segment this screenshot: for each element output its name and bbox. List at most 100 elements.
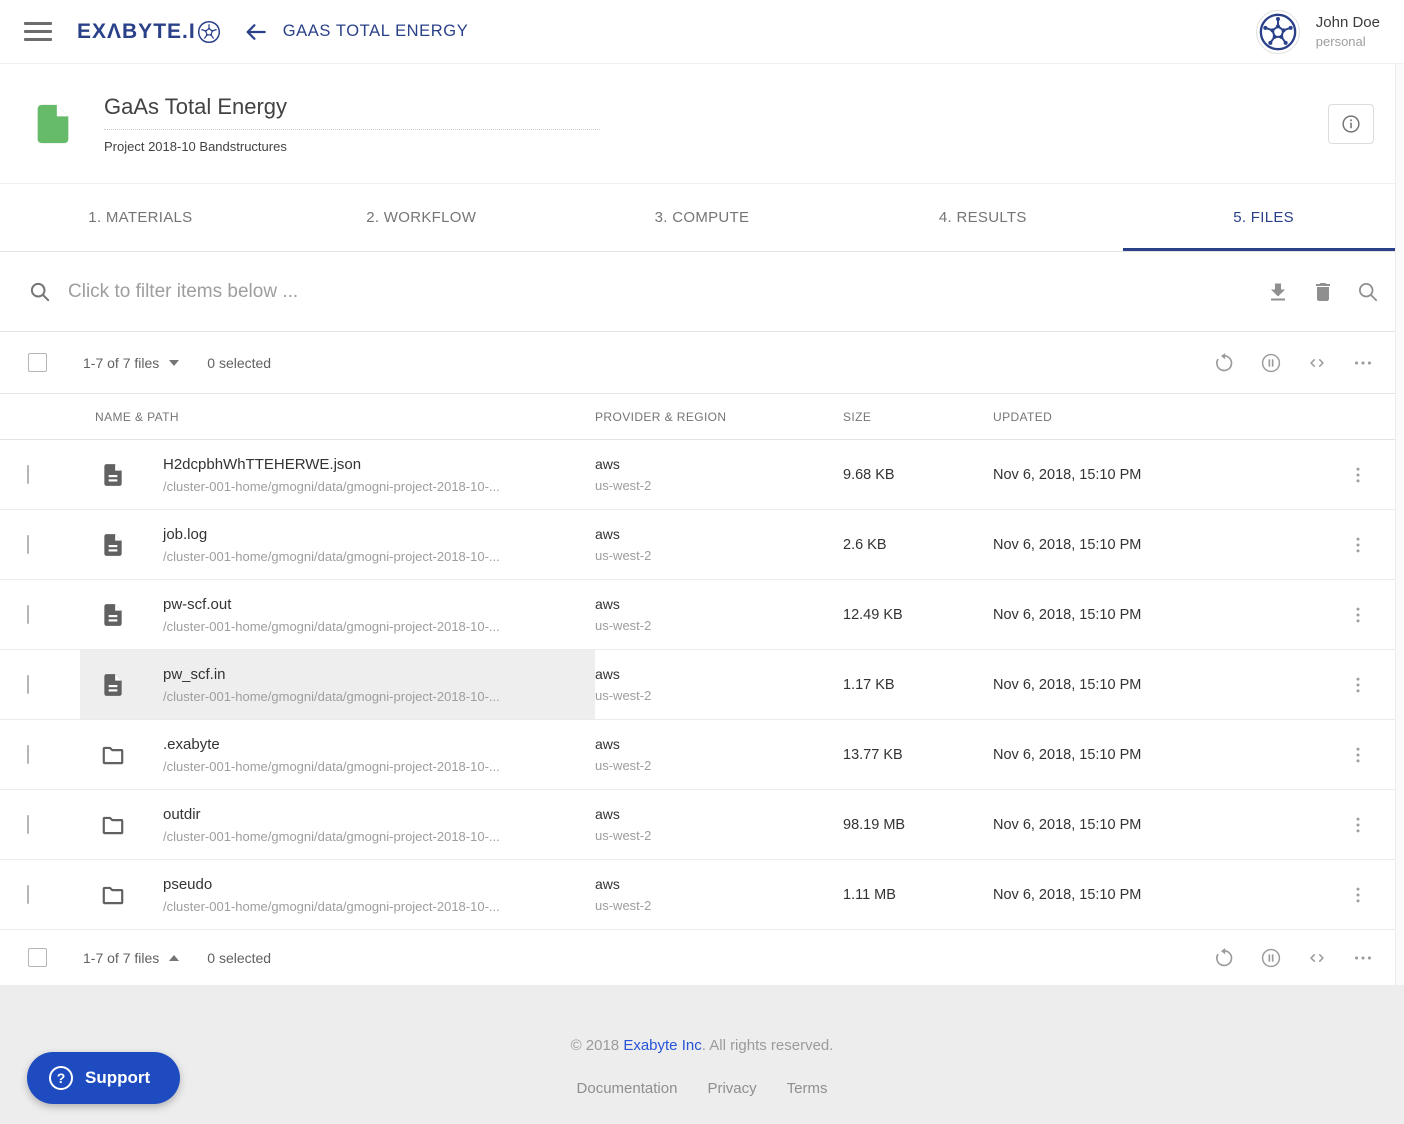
footer-link-documentation[interactable]: Documentation <box>577 1080 678 1097</box>
column-header-updated: UPDATED <box>993 410 1293 424</box>
user-menu[interactable]: John Doe personal <box>1256 10 1380 54</box>
table-row: outdir /cluster-001-home/gmogni/data/gmo… <box>0 790 1404 860</box>
region: us-west-2 <box>595 548 843 563</box>
file-name[interactable]: pw_scf.in <box>163 666 500 683</box>
row-checkbox[interactable] <box>27 605 29 624</box>
filter-input[interactable] <box>68 281 1266 303</box>
table-body: H2dcpbhWhTTEHERWE.json /cluster-001-home… <box>0 440 1404 930</box>
updated-date: Nov 6, 2018, 15:10 PM <box>993 887 1293 903</box>
tab-4-results[interactable]: 4. RESULTS <box>842 184 1123 251</box>
filter-bar <box>0 252 1404 332</box>
footer-link-privacy[interactable]: Privacy <box>707 1080 756 1097</box>
row-actions-menu-icon[interactable] <box>1348 815 1368 835</box>
pause-icon-bottom[interactable] <box>1260 947 1282 969</box>
select-all-checkbox-bottom[interactable] <box>28 948 47 967</box>
file-path: /cluster-001-home/gmogni/data/gmogni-pro… <box>163 479 500 494</box>
download-icon[interactable] <box>1266 280 1290 304</box>
row-checkbox[interactable] <box>27 885 29 904</box>
file-path: /cluster-001-home/gmogni/data/gmogni-pro… <box>163 829 500 844</box>
row-checkbox[interactable] <box>27 745 29 764</box>
more-options-icon-bottom[interactable] <box>1352 947 1374 969</box>
row-actions-menu-icon[interactable] <box>1348 535 1368 555</box>
row-actions-menu-icon[interactable] <box>1348 465 1368 485</box>
file-name[interactable]: outdir <box>163 806 500 823</box>
pagination-range-button-bottom[interactable]: 1-7 of 7 files <box>83 950 179 966</box>
column-header-name-path: NAME & PATH <box>80 410 595 424</box>
footer: © 2018 Exabyte Inc. All rights reserved.… <box>0 985 1404 1124</box>
brand-text: EXΛBYTE.I <box>77 20 196 44</box>
folder-icon <box>100 812 126 838</box>
table-row: .exabyte /cluster-001-home/gmogni/data/g… <box>0 720 1404 790</box>
select-all-checkbox[interactable] <box>28 353 47 372</box>
row-actions-menu-icon[interactable] <box>1348 605 1368 625</box>
code-icon[interactable] <box>1306 352 1328 374</box>
info-button[interactable] <box>1328 104 1374 144</box>
file-name[interactable]: pw-scf.out <box>163 596 500 613</box>
file-size: 2.6 KB <box>843 537 993 553</box>
footer-link-terms[interactable]: Terms <box>787 1080 828 1097</box>
refresh-icon-bottom[interactable] <box>1214 947 1236 969</box>
trash-icon[interactable] <box>1311 280 1335 304</box>
provider: aws <box>595 806 843 822</box>
table-row: H2dcpbhWhTTEHERWE.json /cluster-001-home… <box>0 440 1404 510</box>
file-size: 1.17 KB <box>843 677 993 693</box>
pagination-range-label-bottom: 1-7 of 7 files <box>83 950 159 966</box>
chevron-down-icon <box>169 360 179 366</box>
updated-date: Nov 6, 2018, 15:10 PM <box>993 677 1293 693</box>
pause-icon[interactable] <box>1260 352 1282 374</box>
file-document-icon <box>100 532 126 558</box>
row-checkbox[interactable] <box>27 535 29 554</box>
file-size: 12.49 KB <box>843 607 993 623</box>
tab-3-compute[interactable]: 3. COMPUTE <box>562 184 843 251</box>
code-icon-bottom[interactable] <box>1306 947 1328 969</box>
row-checkbox[interactable] <box>27 815 29 834</box>
user-name: John Doe <box>1316 14 1380 31</box>
file-path: /cluster-001-home/gmogni/data/gmogni-pro… <box>163 689 500 704</box>
updated-date: Nov 6, 2018, 15:10 PM <box>993 817 1293 833</box>
pagination-range-button[interactable]: 1-7 of 7 files <box>83 355 179 371</box>
region: us-west-2 <box>595 898 843 913</box>
menu-icon[interactable] <box>24 22 52 41</box>
tab-1-materials[interactable]: 1. MATERIALS <box>0 184 281 251</box>
file-document-icon <box>100 462 126 488</box>
region: us-west-2 <box>595 618 843 633</box>
region: us-west-2 <box>595 828 843 843</box>
back-arrow-icon[interactable] <box>243 19 269 45</box>
provider: aws <box>595 526 843 542</box>
file-name[interactable]: pseudo <box>163 876 500 893</box>
file-size: 9.68 KB <box>843 467 993 483</box>
region: us-west-2 <box>595 758 843 773</box>
file-size: 1.11 MB <box>843 887 993 903</box>
provider: aws <box>595 666 843 682</box>
tab-5-files[interactable]: 5. FILES <box>1123 184 1404 251</box>
info-icon <box>1340 113 1362 135</box>
file-size: 13.77 KB <box>843 747 993 763</box>
file-name[interactable]: H2dcpbhWhTTEHERWE.json <box>163 456 500 473</box>
search-action-icon[interactable] <box>1356 280 1380 304</box>
row-actions-menu-icon[interactable] <box>1348 885 1368 905</box>
more-options-icon[interactable] <box>1352 352 1374 374</box>
brand-logo[interactable]: EXΛBYTE.I <box>77 20 221 44</box>
row-actions-menu-icon[interactable] <box>1348 745 1368 765</box>
row-checkbox[interactable] <box>27 675 29 694</box>
updated-date: Nov 6, 2018, 15:10 PM <box>993 467 1293 483</box>
list-toolbar-bottom: 1-7 of 7 files 0 selected <box>0 930 1404 985</box>
provider: aws <box>595 736 843 752</box>
row-checkbox[interactable] <box>27 465 29 484</box>
soccer-ball-icon <box>197 20 221 44</box>
row-actions-menu-icon[interactable] <box>1348 675 1368 695</box>
company-link[interactable]: Exabyte Inc <box>623 1037 701 1054</box>
scrollbar-track[interactable] <box>1395 64 1404 985</box>
file-document-icon <box>100 672 126 698</box>
tab-2-workflow[interactable]: 2. WORKFLOW <box>281 184 562 251</box>
support-button[interactable]: ? Support <box>27 1052 180 1104</box>
column-header-provider-region: PROVIDER & REGION <box>595 410 843 424</box>
provider: aws <box>595 596 843 612</box>
page-title: GAAS TOTAL ENERGY <box>283 22 469 41</box>
file-name[interactable]: job.log <box>163 526 500 543</box>
updated-date: Nov 6, 2018, 15:10 PM <box>993 607 1293 623</box>
table-row: pw-scf.out /cluster-001-home/gmogni/data… <box>0 580 1404 650</box>
file-name[interactable]: .exabyte <box>163 736 500 753</box>
refresh-icon[interactable] <box>1214 352 1236 374</box>
provider: aws <box>595 456 843 472</box>
